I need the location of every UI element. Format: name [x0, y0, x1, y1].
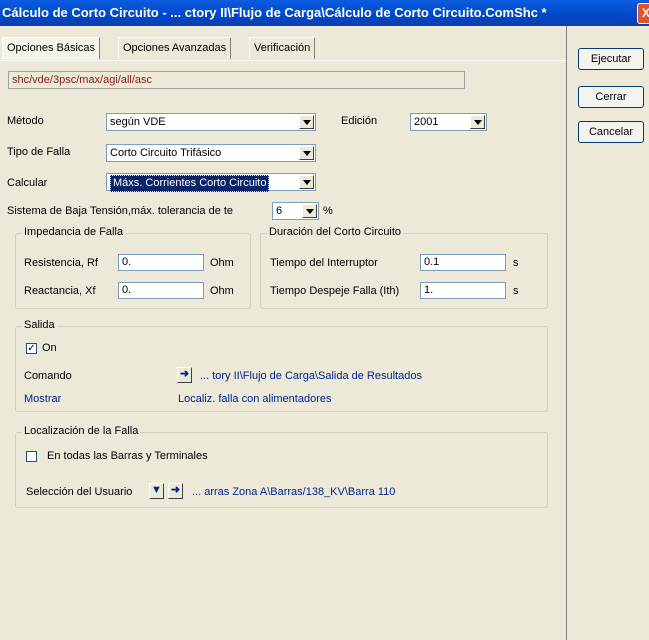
run-button[interactable]: Ejecutar	[578, 48, 644, 70]
breaker-time-unit: s	[513, 257, 519, 269]
on-label: On	[42, 342, 57, 354]
arrow-right-icon[interactable]: ➜	[168, 483, 183, 499]
resistance-unit: Ohm	[210, 257, 234, 269]
output-title: Salida	[22, 319, 57, 331]
edition-select[interactable]: 2001	[410, 113, 487, 131]
command-link[interactable]: ... tory II\Flujo de Carga\Salida de Res…	[200, 370, 422, 382]
clear-time-input[interactable]: 1.	[420, 282, 506, 299]
calc-label: Calcular	[7, 177, 48, 189]
on-checkbox[interactable]: ✓	[26, 343, 37, 354]
window-title: Cálculo de Corto Circuito - ... ctory II…	[2, 5, 547, 20]
lv-tolerance-select[interactable]: 6	[272, 202, 319, 220]
chevron-down-icon[interactable]	[302, 204, 317, 218]
location-title: Localización de la Falla	[22, 425, 141, 437]
reactance-label: Reactancia, Xf	[24, 285, 96, 297]
path-field: shc/vde/3psc/max/agi/all/asc	[8, 71, 465, 89]
tab-opciones-basicas[interactable]: Opciones Básicas	[2, 37, 101, 59]
dropdown-arrow-icon[interactable]: ▼	[149, 483, 164, 499]
edition-value: 2001	[414, 116, 439, 128]
chevron-down-icon[interactable]	[299, 146, 314, 160]
calc-select[interactable]: Máxs. Corrientes Corto Circuito	[106, 173, 316, 192]
tab-opciones-avanzadas[interactable]: Opciones Avanzadas	[118, 37, 232, 59]
edition-label: Edición	[341, 115, 378, 127]
clear-time-label: Tiempo Despeje Falla (Ith)	[270, 285, 400, 297]
arrow-right-icon[interactable]: ➜	[177, 367, 192, 383]
clear-time-unit: s	[513, 285, 519, 297]
method-label: Método	[7, 115, 44, 127]
breaker-time-label: Tiempo del Interruptor	[270, 257, 378, 269]
fault-type-select[interactable]: Corto Circuito Trifásico	[106, 144, 316, 162]
method-select[interactable]: según VDE	[106, 113, 316, 131]
reactance-unit: Ohm	[210, 285, 234, 297]
close-button[interactable]: Cerrar	[578, 86, 644, 108]
title-bar[interactable]: Cálculo de Corto Circuito - ... ctory II…	[0, 0, 649, 26]
show-label: Mostrar	[24, 393, 62, 405]
show-link[interactable]: Localiz. falla con alimentadores	[178, 393, 331, 405]
lv-tolerance-label: Sistema de Baja Tensión,máx. tolerancia …	[7, 205, 234, 217]
all-buses-checkbox[interactable]	[26, 451, 37, 462]
method-value: según VDE	[110, 116, 166, 128]
cancel-button[interactable]: Cancelar	[578, 121, 644, 143]
lv-tolerance-unit: %	[323, 205, 333, 217]
command-label: Comando	[24, 370, 72, 382]
reactance-input[interactable]: 0.	[118, 282, 204, 299]
calc-value: Máxs. Corrientes Corto Circuito	[110, 175, 270, 192]
fault-type-label: Tipo de Falla	[7, 146, 71, 158]
impedance-title: Impedancia de Falla	[22, 226, 126, 238]
all-buses-label: En todas las Barras y Terminales	[47, 450, 208, 462]
tab-verificacion[interactable]: Verificación	[249, 37, 316, 59]
chevron-down-icon[interactable]	[470, 115, 485, 129]
duration-title: Duración del Corto Circuito	[267, 226, 404, 238]
resistance-input[interactable]: 0.	[118, 254, 204, 271]
fault-type-value: Corto Circuito Trifásico	[110, 147, 222, 159]
user-selection-link[interactable]: ... arras Zona A\Barras/138_KV\Barra 110	[192, 486, 395, 498]
divider	[566, 26, 567, 639]
resistance-label: Resistencia, Rf	[24, 257, 98, 269]
close-icon[interactable]: X	[637, 3, 649, 24]
breaker-time-input[interactable]: 0.1	[420, 254, 506, 271]
lv-tolerance-value: 6	[276, 205, 283, 217]
chevron-down-icon[interactable]	[299, 115, 314, 129]
user-selection-label: Selección del Usuario	[26, 486, 133, 498]
chevron-down-icon[interactable]	[299, 175, 314, 189]
